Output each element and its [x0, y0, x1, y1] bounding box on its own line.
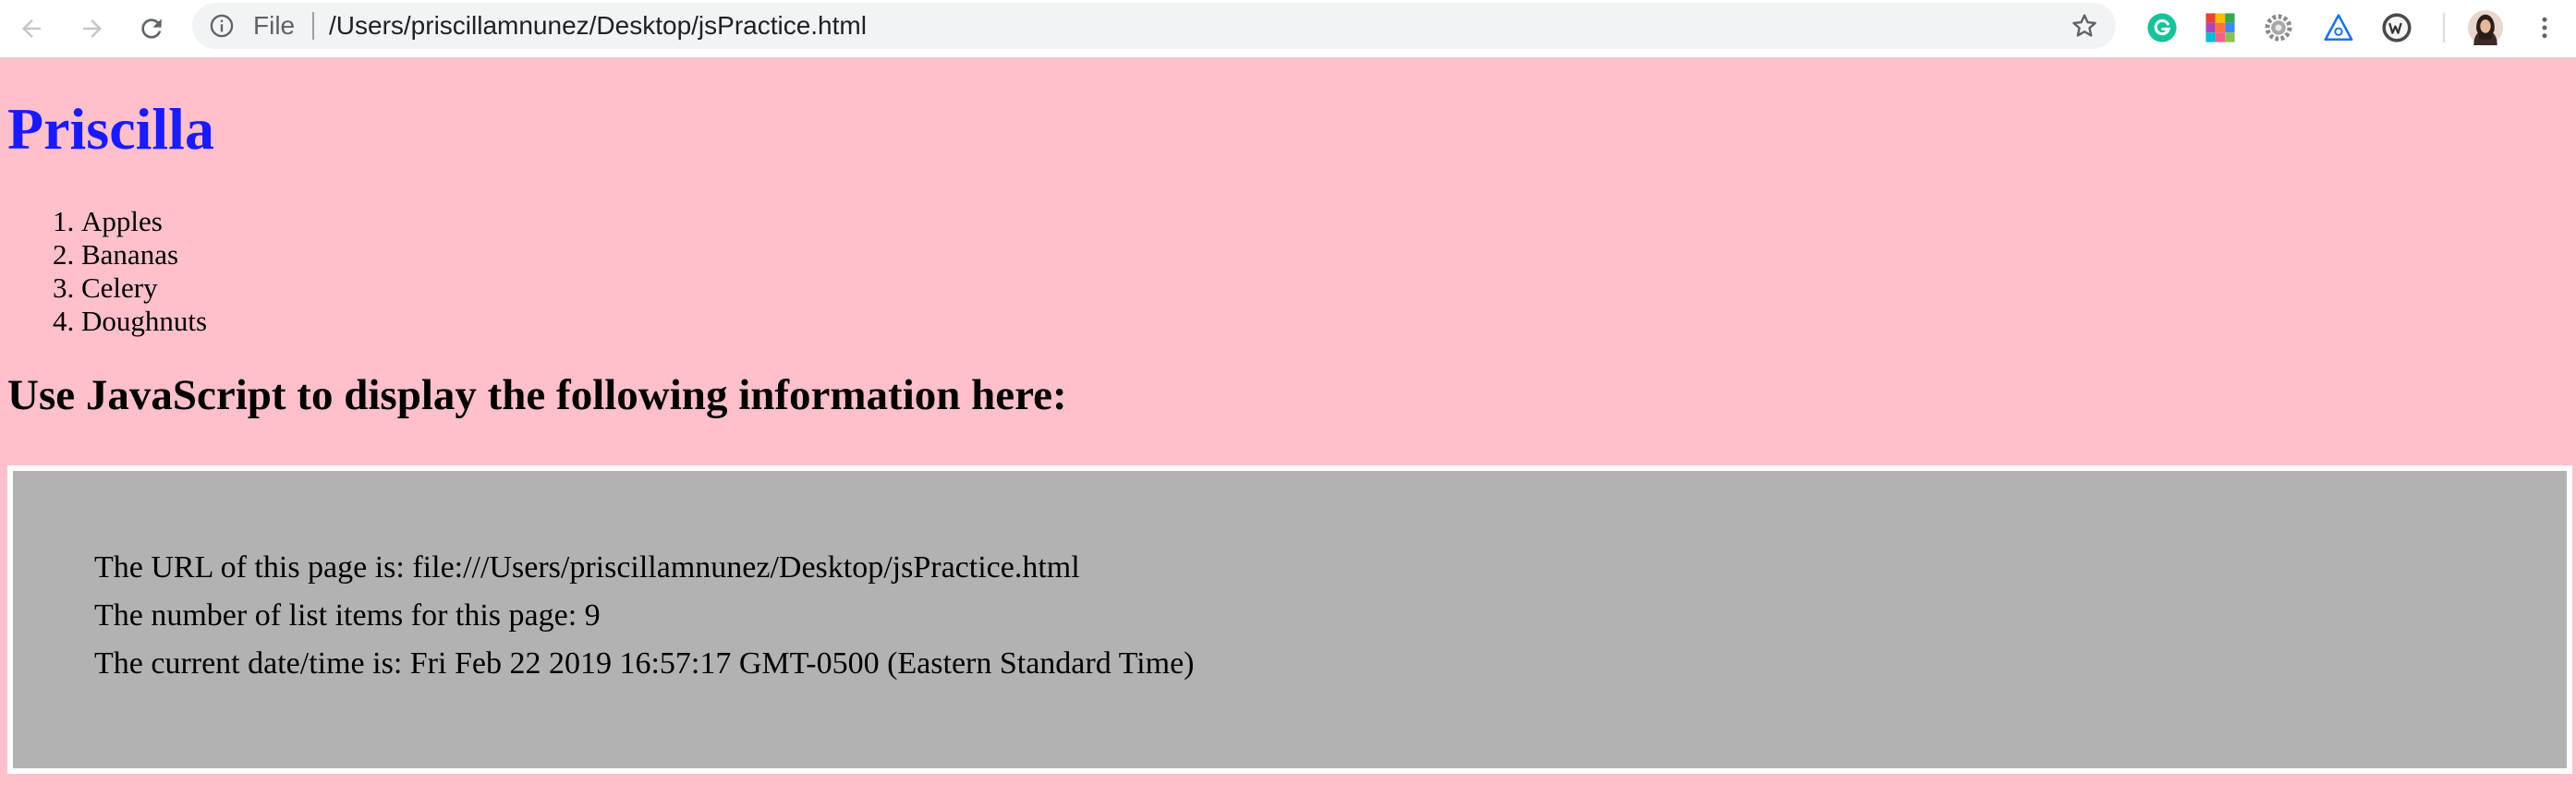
reload-icon [141, 18, 162, 39]
list-item: Doughnuts [81, 305, 207, 338]
triangle-extension-icon [2324, 14, 2353, 42]
w-extension[interactable] [2378, 9, 2415, 46]
forward-button[interactable] [70, 7, 115, 50]
reload-button[interactable] [129, 7, 174, 50]
grammarly-icon [2147, 13, 2177, 42]
bookmark-star-icon[interactable] [2070, 11, 2099, 41]
scheme-label: File [253, 11, 296, 40]
settings-extension[interactable] [2260, 9, 2297, 46]
avatar [2468, 10, 2503, 45]
datetime-line: The current date/time is: Fri Feb 22 201… [94, 646, 1195, 681]
address-bar[interactable]: File /Users/priscillamnunez/Desktop/jsPr… [192, 3, 2116, 49]
w-extension-icon [2382, 13, 2412, 42]
color-extension[interactable] [2202, 9, 2239, 46]
forward-arrow-icon [83, 19, 102, 38]
page-title: Priscilla [7, 96, 214, 162]
omnibox-divider [312, 12, 314, 40]
list-item: Celery [81, 271, 207, 305]
info-icon[interactable] [209, 13, 235, 39]
list-count-line: The number of list items for this page: … [94, 598, 601, 633]
settings-gear-icon [2265, 14, 2292, 42]
triangle-extension[interactable] [2320, 9, 2357, 46]
profile-button[interactable] [2467, 9, 2504, 46]
page-content: Priscilla Apples Bananas Celery Doughnut… [0, 57, 2576, 796]
url-info-line: The URL of this page is: file:///Users/p… [94, 550, 1080, 585]
toolbar-divider [2443, 13, 2445, 42]
browser-toolbar: File /Users/priscillamnunez/Desktop/jsPr… [0, 0, 2576, 58]
instruction-heading: Use JavaScript to display the following … [7, 371, 1067, 419]
back-arrow-icon [22, 19, 41, 38]
back-button[interactable] [9, 7, 54, 50]
list-item: Apples [81, 205, 207, 238]
more-vertical-icon [2542, 17, 2547, 39]
info-box: The URL of this page is: file:///Users/p… [7, 465, 2572, 774]
fruit-list: Apples Bananas Celery Doughnuts [0, 205, 207, 338]
color-palette-icon [2205, 13, 2235, 42]
browser-menu-button[interactable] [2526, 9, 2563, 46]
grammarly-extension[interactable] [2144, 9, 2181, 46]
url-text[interactable]: /Users/priscillamnunez/Desktop/jsPractic… [329, 11, 867, 41]
list-item: Bananas [81, 238, 207, 271]
